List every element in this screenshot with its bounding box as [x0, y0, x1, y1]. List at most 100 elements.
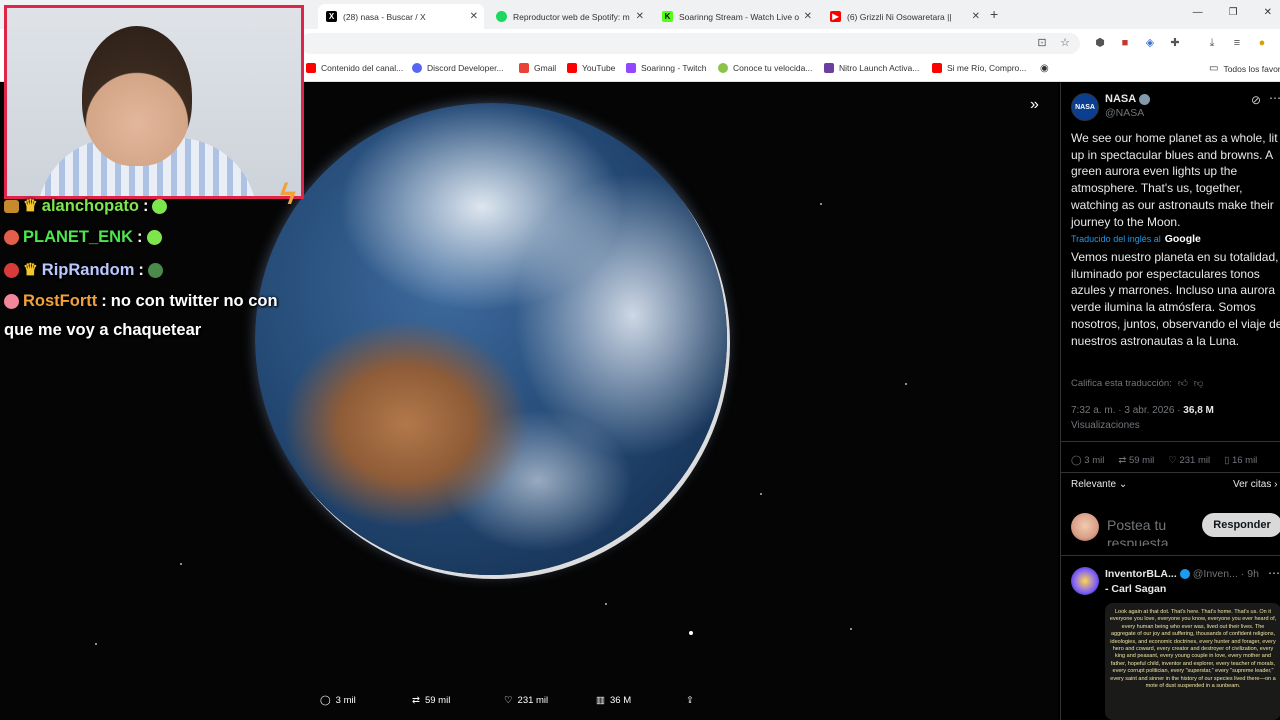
- maximize-icon[interactable]: ❐: [1229, 7, 1238, 18]
- tab-youtube[interactable]: ▶ (6) Grizzli Ni Osowaretara || ✕: [822, 4, 986, 29]
- all-bookmarks-folder[interactable]: ▭ Todos los favor: [1209, 63, 1280, 74]
- bookmark-item[interactable]: Nitro Launch Activa...: [824, 63, 919, 73]
- star: [689, 631, 693, 635]
- post-text-original: We see our home planet as a whole, lit u…: [1071, 131, 1278, 229]
- star: [850, 628, 852, 630]
- more-options-icon[interactable]: ⋯: [1268, 566, 1280, 580]
- reply-author-handle[interactable]: @Inven...: [1193, 568, 1238, 580]
- star: [905, 383, 907, 385]
- close-window-icon[interactable]: ✕: [1264, 7, 1272, 18]
- repost-stat[interactable]: ⇄ 59 mil: [1118, 455, 1154, 466]
- chat-message: ♛ alanchopato :: [4, 196, 168, 216]
- earth-photo: [255, 103, 727, 575]
- tab-title: (6) Grizzli Ni Osowaretara ||: [847, 11, 952, 22]
- vpn-extension-icon[interactable]: ◈: [1143, 36, 1157, 50]
- close-icon[interactable]: ✕: [972, 11, 980, 22]
- nasa-avatar[interactable]: NASA: [1071, 93, 1099, 121]
- new-tab-button[interactable]: +: [990, 6, 998, 22]
- gmail-icon: [519, 63, 529, 73]
- minimize-icon[interactable]: —: [1193, 7, 1203, 18]
- bookmark-item[interactable]: Contenido del canal...: [306, 63, 403, 73]
- grok-icon[interactable]: ⊘: [1251, 93, 1261, 107]
- translation-credit: Traducido del inglés al Google: [1071, 233, 1201, 245]
- subscriber-badge-icon: [4, 262, 19, 278]
- reply-submit-button[interactable]: Responder: [1202, 513, 1280, 537]
- youtube-icon: [567, 63, 577, 73]
- views-chart-icon: ▥: [596, 695, 605, 706]
- chat-separator: :: [138, 260, 144, 279]
- reply-author-name[interactable]: InventorBLA...: [1105, 568, 1177, 580]
- view-count: 36,8 M: [1183, 405, 1214, 416]
- author-row: NASA: [1105, 93, 1151, 105]
- chat-message: RostFortt : no con twitter no con: [4, 292, 278, 311]
- crown-icon: ♛: [23, 197, 38, 215]
- chat-message-continued: que me voy a chaquetear: [4, 321, 201, 340]
- views-label: Visualizaciones: [1071, 420, 1140, 431]
- tab-x-search[interactable]: X (28) nasa - Buscar / X ✕: [318, 4, 484, 29]
- like-button[interactable]: ♡ 231 mil: [504, 695, 548, 706]
- reply-time: · 9h: [1240, 568, 1259, 580]
- webcam-feed: [4, 5, 304, 199]
- bookmark-item[interactable]: Soarinng - Twitch: [626, 63, 707, 73]
- media-control-icon[interactable]: ≡: [1230, 36, 1244, 50]
- bookmark-item[interactable]: Gmail: [519, 63, 556, 73]
- repost-button[interactable]: ⇄ 59 mil: [412, 695, 450, 706]
- collapse-panel-icon[interactable]: »: [1030, 96, 1039, 114]
- thumbs-up-icon[interactable]: 👍︎: [1178, 377, 1188, 389]
- tab-kick[interactable]: K Soarinng Stream - Watch Live o ✕: [654, 4, 818, 29]
- chat-username: RipRandom: [41, 260, 135, 279]
- pdf-extension-icon[interactable]: ■: [1118, 36, 1132, 50]
- share-button[interactable]: ⇪: [686, 695, 694, 706]
- reply-image[interactable]: Look again at that dot. That's here. Tha…: [1105, 603, 1280, 720]
- avatar[interactable]: [1071, 513, 1099, 541]
- avatar[interactable]: [1071, 567, 1099, 595]
- close-icon[interactable]: ✕: [636, 11, 644, 22]
- like-stat[interactable]: ♡ 231 mil: [1168, 455, 1210, 466]
- chat-username: PLANET_ENK: [23, 228, 134, 246]
- divider: [1061, 472, 1280, 473]
- bookmark-item[interactable]: Conoce tu velocida...: [718, 63, 812, 73]
- google-logo: Google: [1164, 233, 1201, 245]
- author-name[interactable]: NASA: [1105, 93, 1136, 105]
- bookmark-star-icon[interactable]: ☆: [1058, 36, 1072, 50]
- bookmark-item[interactable]: Si me Río, Compro...: [932, 63, 1026, 73]
- chat-message: PLANET_ENK :: [4, 228, 162, 247]
- star: [820, 203, 822, 205]
- emote-icon: [152, 198, 168, 214]
- close-icon[interactable]: ✕: [804, 11, 812, 22]
- install-icon[interactable]: ⊡: [1035, 36, 1049, 50]
- post-panel: NASA NASA @NASA ⊘ ⋯ We see our home plan…: [1060, 83, 1280, 720]
- tab-title: Soarinng Stream - Watch Live o: [679, 11, 800, 22]
- author-handle[interactable]: @NASA: [1105, 107, 1144, 119]
- view-quotes-link[interactable]: Ver citas ›: [1233, 479, 1277, 490]
- star: [605, 603, 607, 605]
- more-options-icon[interactable]: ⋯: [1269, 91, 1280, 105]
- chat-username: alanchopato: [41, 196, 139, 215]
- extensions-puzzle-icon[interactable]: ✚: [1168, 36, 1182, 50]
- bookmark-item[interactable]: Discord Developer...: [412, 63, 504, 73]
- x-logo-icon: X: [326, 11, 337, 22]
- reply-stat[interactable]: ◯ 3 mil: [1071, 455, 1104, 466]
- verified-badge-icon: [1179, 569, 1190, 579]
- emote-icon: [147, 262, 163, 278]
- chat-username: RostFortt: [23, 292, 98, 310]
- bookmark-item[interactable]: YouTube: [567, 63, 615, 73]
- profile-avatar-icon[interactable]: ●: [1255, 36, 1269, 50]
- bookmark-stat[interactable]: ▯ 16 mil: [1224, 455, 1257, 466]
- sort-dropdown[interactable]: Relevante ⌄: [1071, 479, 1127, 490]
- crown-icon: ♛: [23, 261, 38, 279]
- reply-input[interactable]: Postea tu respuesta: [1107, 516, 1199, 546]
- address-bar[interactable]: [300, 33, 1080, 54]
- extension-icon[interactable]: ⬢: [1093, 36, 1107, 50]
- views-button[interactable]: ▥ 36 M: [596, 695, 631, 706]
- tab-spotify[interactable]: Reproductor web de Spotify: m ✕: [488, 4, 650, 29]
- close-icon[interactable]: ✕: [470, 11, 478, 22]
- emote-icon: [146, 230, 162, 245]
- thumbs-down-icon[interactable]: 👎︎: [1194, 377, 1204, 389]
- subscriber-badge-icon: [4, 199, 19, 213]
- divider: [1061, 555, 1280, 556]
- globe-icon[interactable]: ◉: [1040, 63, 1049, 74]
- download-icon[interactable]: ⤓: [1205, 36, 1219, 50]
- share-icon: ⇪: [686, 695, 694, 706]
- reply-button[interactable]: ◯ 3 mil: [320, 695, 356, 706]
